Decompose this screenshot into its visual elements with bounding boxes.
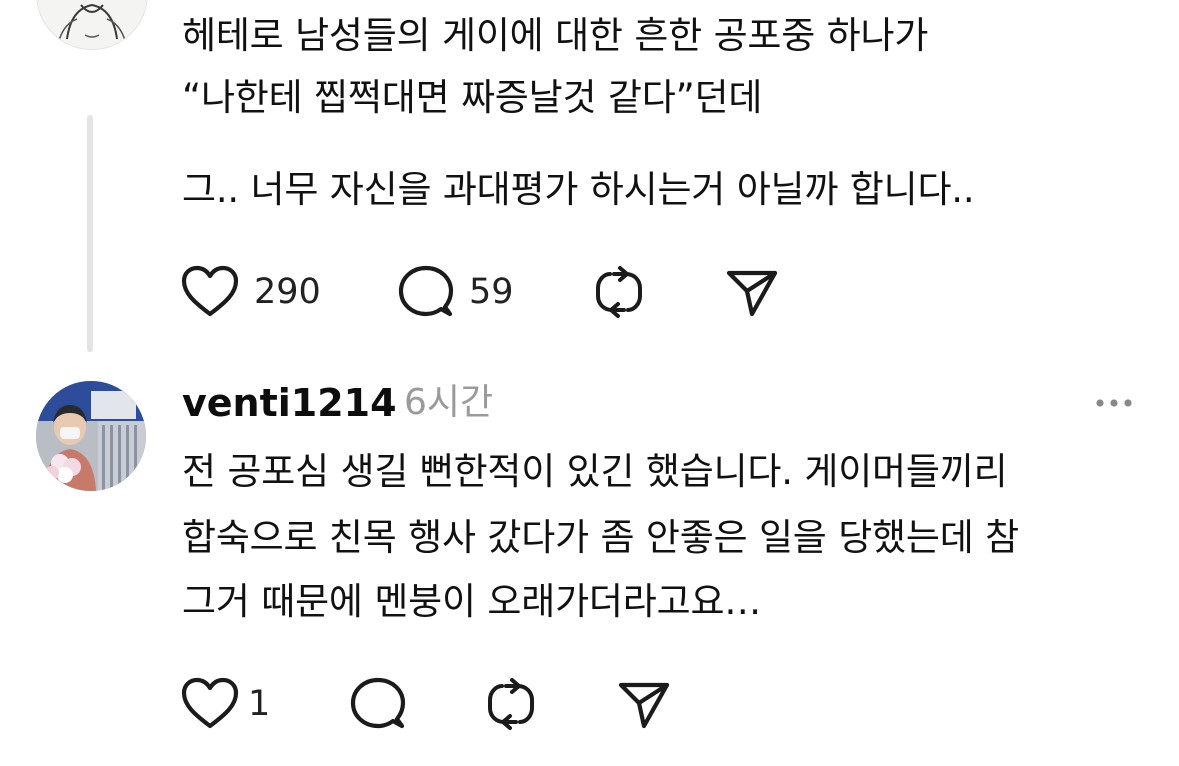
reply-button[interactable] (349, 676, 407, 732)
avatar-photo (36, 381, 146, 491)
reply-count: 59 (469, 272, 514, 312)
post-text-line: 헤테로 남성들의 게이에 대한 흔한 공포중 하나가 (182, 14, 929, 57)
like-button[interactable]: 1 (180, 676, 270, 732)
like-count: 1 (248, 684, 271, 724)
more-horizontal-icon (1096, 399, 1132, 407)
repost-button[interactable] (482, 676, 540, 732)
repost-icon (596, 266, 642, 318)
post-text-line: 그거 때문에 멘붕이 오래가더라고요… (182, 580, 762, 623)
avatar-drawing (37, 0, 147, 49)
like-count: 290 (254, 272, 321, 312)
username[interactable]: venti1214 (182, 377, 397, 429)
more-button[interactable] (1092, 388, 1136, 418)
avatar[interactable] (36, 381, 146, 491)
speech-bubble-icon (350, 677, 406, 729)
post-text-line: 전 공포심 생길 뻔한적이 있긴 했습니다. 게이머들끼리 (182, 450, 1008, 493)
heart-icon (181, 265, 239, 317)
share-button[interactable] (724, 264, 780, 320)
send-icon (726, 270, 778, 317)
heart-icon (181, 677, 239, 729)
reply-button[interactable]: 59 (397, 264, 514, 320)
post-text-line: “나한테 찝쩍대면 짜증날것 같다”던데 (182, 76, 763, 119)
speech-bubble-icon (398, 265, 454, 317)
send-icon (618, 682, 670, 729)
avatar[interactable] (36, 0, 148, 50)
repost-icon (488, 678, 534, 730)
share-button[interactable] (616, 676, 672, 732)
post-text-line: 그.. 너무 자신을 과대평가 하시는거 아닐까 합니다.. (182, 168, 975, 211)
thread-line (87, 115, 93, 352)
repost-button[interactable] (590, 264, 648, 320)
post-text-line: 합숙으로 친목 행사 갔다가 좀 안좋은 일을 당했는데 참 (182, 516, 1019, 559)
like-button[interactable]: 290 (180, 264, 321, 320)
post-time: 6시간 (404, 382, 494, 423)
